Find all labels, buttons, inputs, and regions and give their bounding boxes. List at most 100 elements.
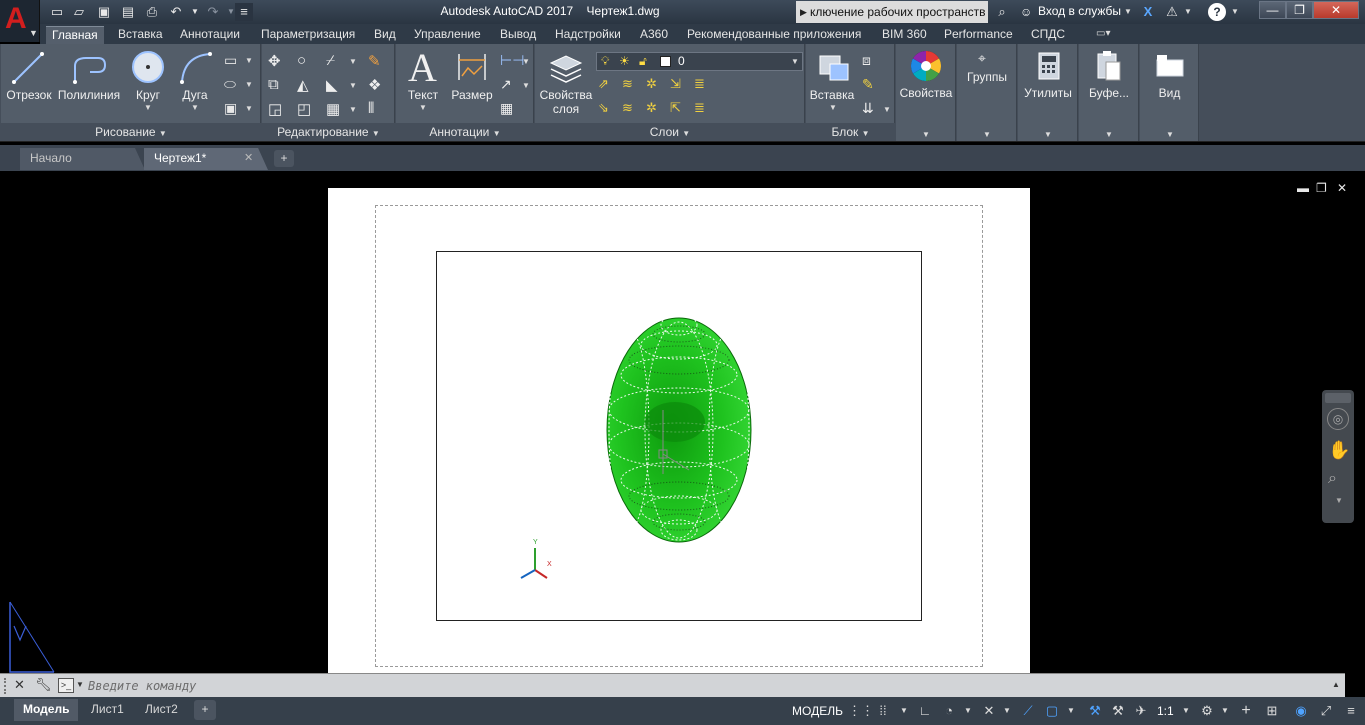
layer-freeze-icon[interactable]: ✲ (646, 76, 657, 92)
close-icon[interactable]: ✕ (244, 148, 253, 168)
edit-block-icon[interactable]: ✎ (862, 76, 880, 92)
clean-screen-icon[interactable]: ⤢ (1315, 701, 1337, 721)
exchange-apps-icon[interactable]: X (1139, 3, 1157, 21)
grid-icon[interactable]: ⋮⋮ (848, 701, 874, 721)
tab-performance[interactable]: Performance (938, 26, 1019, 44)
chevron-down-icon[interactable]: ▼ (1105, 130, 1113, 139)
tab-bim360[interactable]: BIM 360 (876, 26, 933, 44)
panel-block-footer[interactable]: Блок ▼ (806, 123, 895, 141)
layer-unisolate-icon[interactable]: ⇘ (598, 100, 609, 116)
create-block-icon[interactable]: ⧈ (862, 52, 880, 68)
tab-model[interactable]: Модель (14, 699, 79, 721)
chevron-down-icon[interactable]: ▼ (191, 103, 199, 112)
chevron-down-icon[interactable]: ▼ (1060, 701, 1082, 721)
tab-layout2[interactable]: Лист2 (136, 699, 187, 721)
layer-properties-label-1[interactable]: Свойства (538, 88, 594, 102)
tab-drawing1[interactable]: Чертеж1* ✕ (144, 148, 268, 170)
tab-start[interactable]: Начало (20, 148, 145, 170)
viewport-close-button[interactable]: ✕ (1337, 181, 1347, 195)
chevron-down-icon[interactable]: ▼ (76, 680, 84, 689)
command-prompt-icon[interactable]: >_ (58, 678, 74, 693)
save-as-icon[interactable]: ▤ (119, 3, 137, 21)
chevron-down-icon[interactable]: ▼ (419, 103, 427, 112)
a360-icon[interactable]: ⚠ (1163, 3, 1181, 21)
pan-icon[interactable]: ✋ (1328, 440, 1350, 461)
leader-icon[interactable]: ↗ (500, 76, 518, 92)
fillet-icon[interactable]: ◣ (326, 76, 344, 94)
explode-icon[interactable]: ❖ (368, 76, 386, 94)
tab-output[interactable]: Вывод (494, 26, 542, 44)
wrench-icon[interactable]: 🔧︎ (35, 677, 52, 693)
stretch-icon[interactable]: ◲ (268, 100, 286, 118)
layer-dropdown[interactable]: 💡︎ ☀ 🔓︎ 0 ▼ (596, 52, 803, 71)
line-button[interactable]: Отрезок (4, 88, 54, 102)
rotate-icon[interactable]: ○ (297, 52, 315, 69)
command-input[interactable]: Введите команду (88, 677, 1318, 695)
navbar-grip[interactable] (1325, 393, 1351, 403)
polyline-button[interactable]: Полилиния (57, 88, 121, 102)
close-icon[interactable]: ✕ (14, 677, 25, 693)
chevron-down-icon[interactable]: ▼ (245, 56, 253, 65)
chevron-down-icon[interactable]: ▼ (1175, 701, 1197, 721)
snap-icon[interactable]: ⁞⁞ (872, 701, 894, 721)
layer-lock-icon[interactable]: ⇲ (670, 76, 681, 92)
utilities-button[interactable]: Утилиты (1018, 86, 1078, 100)
panel-modify-footer[interactable]: Редактирование ▼ (262, 123, 395, 141)
chevron-down-icon[interactable]: ▼ (1166, 130, 1174, 139)
tab-manage[interactable]: Управление (408, 26, 487, 44)
help-icon[interactable]: ? (1208, 3, 1226, 21)
hardware-acceleration-icon[interactable]: ◉ (1290, 701, 1312, 721)
chevron-down-icon[interactable]: ▼ (349, 57, 357, 66)
undo-icon[interactable]: ↶ (167, 3, 185, 21)
annotation-monitor-icon[interactable]: + (1235, 701, 1257, 721)
viewport-restore-button[interactable]: ❐ (1316, 181, 1327, 195)
tab-parametric[interactable]: Параметризация (255, 26, 361, 44)
properties-button[interactable]: Свойства (896, 86, 956, 100)
dimension-button[interactable]: Размер (450, 88, 494, 102)
layer-off-icon[interactable]: ≋ (622, 76, 633, 92)
annotation-scale-value[interactable]: 1:1 (1157, 704, 1174, 718)
object-snap-tracking-icon[interactable]: ⟋ (1017, 701, 1039, 721)
layer-match-icon[interactable]: ≣ (694, 76, 705, 92)
panel-draw-footer[interactable]: Рисование ▼ (1, 123, 261, 141)
groups-button[interactable]: Группы (957, 70, 1017, 84)
chevron-down-icon[interactable]: ▼ (1124, 7, 1132, 16)
insert-block-button[interactable]: Вставка (808, 88, 856, 102)
customize-quick-access-icon[interactable]: ≡ (235, 3, 253, 21)
rectangle-icon[interactable]: ▭ (224, 52, 242, 68)
move-icon[interactable]: ✥ (268, 52, 286, 70)
search-input[interactable]: ▶ ключение рабочих пространств (796, 1, 988, 23)
ribbon-minimize-icon[interactable]: ▭▾ (1096, 28, 1120, 41)
arc-button[interactable]: Дуга (176, 88, 214, 102)
add-layout-button[interactable]: + (194, 700, 216, 720)
tab-featured-apps[interactable]: Рекомендованные приложения (681, 26, 867, 44)
annotation-scale-icon[interactable]: ✈ (1130, 701, 1152, 721)
tab-layout1[interactable]: Лист1 (82, 699, 133, 721)
trim-icon[interactable]: ⌿ (326, 52, 344, 69)
layout-viewport[interactable]: Y X (436, 251, 922, 621)
layer-copy-icon[interactable]: ≣ (694, 100, 705, 116)
chevron-down-icon[interactable]: ▼ (829, 103, 837, 112)
chevron-down-icon[interactable]: ▼ (957, 701, 979, 721)
chevron-down-icon[interactable]: ▼ (883, 105, 891, 114)
tab-a360[interactable]: A360 (634, 26, 674, 44)
chevron-down-icon[interactable]: ▼ (983, 130, 991, 139)
panel-annotation-footer[interactable]: Аннотации ▼ (396, 123, 534, 141)
print-icon[interactable]: ⎙ (143, 3, 161, 21)
chevron-down-icon[interactable]: ▼ (1231, 7, 1239, 16)
tab-addins[interactable]: Надстройки (549, 26, 627, 44)
circle-button[interactable]: Круг (127, 88, 169, 102)
view-button[interactable]: Вид (1140, 86, 1199, 100)
window-minimize-button[interactable]: — (1259, 1, 1286, 19)
chevron-down-icon[interactable]: ▼ (1044, 130, 1052, 139)
layer-iso-icon[interactable]: ⇗ (598, 76, 609, 92)
layer-properties-label-2[interactable]: слоя (538, 102, 594, 116)
linear-dim-icon[interactable]: ⊢⊣ (500, 52, 524, 68)
redo-icon[interactable]: ↷ (204, 3, 222, 21)
chevron-down-icon[interactable]: ▼ (245, 80, 253, 89)
chevron-up-icon[interactable]: ▲ (1332, 680, 1340, 689)
chevron-down-icon[interactable]: ▼ (893, 701, 915, 721)
panel-layers-footer[interactable]: Слои ▼ (535, 123, 805, 141)
chevron-down-icon[interactable]: ▼ (522, 81, 530, 90)
layer-thaw-icon[interactable]: ✲ (646, 100, 657, 116)
